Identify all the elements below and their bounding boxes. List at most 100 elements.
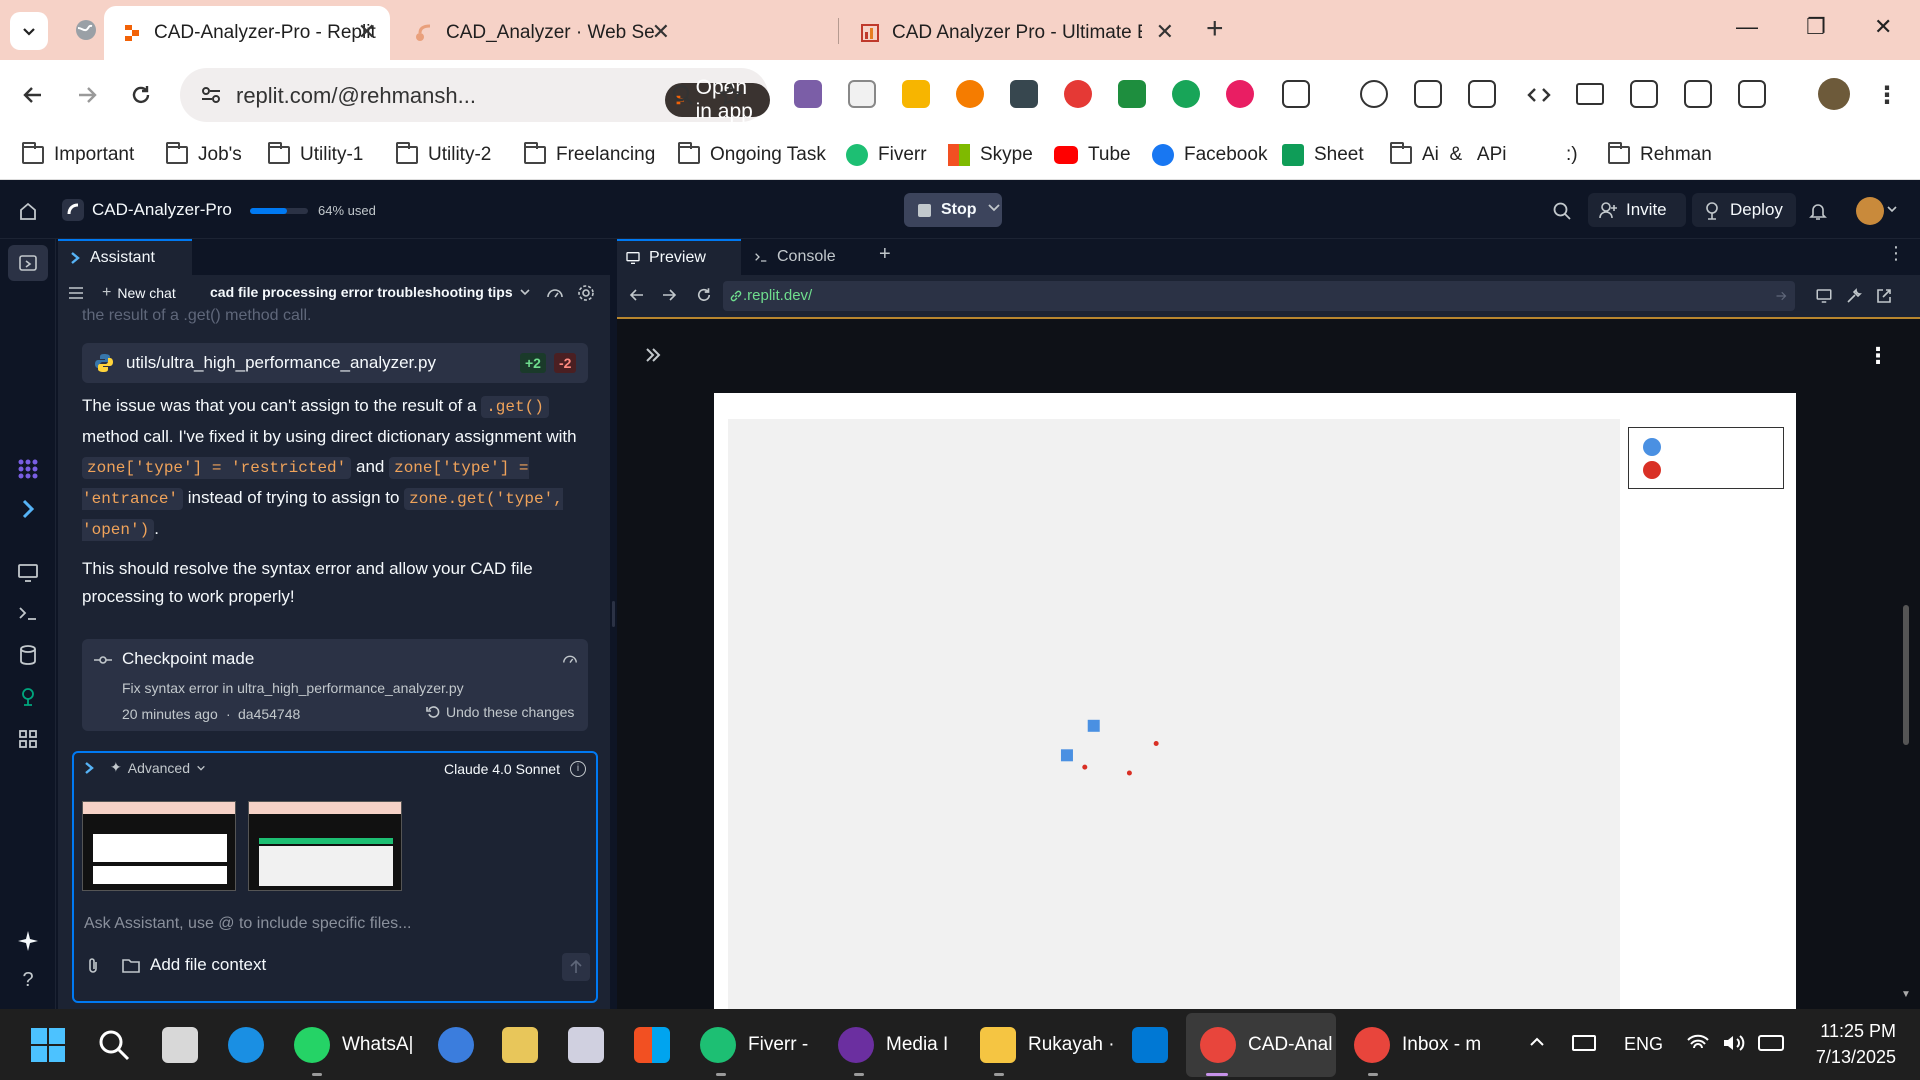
extension-gallery-icon[interactable]	[848, 80, 876, 108]
tray-overflow-button[interactable]	[1528, 1033, 1546, 1051]
attached-screenshot[interactable]	[248, 801, 402, 891]
preview-back-button[interactable]	[629, 287, 645, 303]
invite-button[interactable]: Invite	[1588, 193, 1686, 227]
preview-reload-button[interactable]	[695, 286, 713, 304]
deploy-button[interactable]: Deploy	[1692, 193, 1796, 227]
attached-screenshot[interactable]	[82, 801, 236, 891]
close-tab-icon[interactable]: ✕	[652, 21, 670, 43]
scroll-down-arrow[interactable]: ▼	[1901, 989, 1911, 1000]
tab-preview[interactable]: Preview	[617, 239, 741, 275]
taskbar-chrome-cad[interactable]: CAD-Anal	[1200, 1023, 1332, 1067]
bookmark-rehman[interactable]: Rehman	[1608, 139, 1712, 171]
start-button[interactable]	[30, 1027, 66, 1063]
bookmark-jobs[interactable]: Job's	[166, 139, 242, 171]
new-pane-tab-button[interactable]: +	[879, 243, 891, 266]
expand-sidebar-button[interactable]	[643, 345, 663, 365]
bookmark-freelancing[interactable]: Freelancing	[524, 139, 655, 171]
mode-dropdown[interactable]: ✦ Advanced	[110, 759, 206, 776]
extension-notes-icon[interactable]	[902, 80, 930, 108]
rail-apps[interactable]	[16, 457, 40, 481]
edge-icon[interactable]	[228, 1027, 264, 1063]
bookmark-ai-api[interactable]: Ai & APi	[1390, 139, 1506, 171]
zoom-button[interactable]	[666, 78, 700, 112]
payment-card-icon[interactable]	[1576, 83, 1604, 105]
scatter-point-0-1[interactable]	[1060, 749, 1073, 762]
tab-console[interactable]: Console	[743, 239, 867, 275]
close-window-button[interactable]: ✕	[1874, 14, 1892, 40]
tab-search-button[interactable]	[10, 12, 48, 50]
search-button[interactable]	[1552, 201, 1572, 221]
restore-button[interactable]: ❐	[1806, 14, 1826, 40]
scrollbar-thumb[interactable]	[1903, 605, 1909, 745]
screenshot-icon[interactable]	[1414, 80, 1442, 108]
project-name[interactable]: CAD-Analyzer-Pro	[92, 200, 232, 220]
model-label[interactable]: Claude 4.0 Sonnet	[444, 761, 560, 777]
vscode-icon[interactable]	[1132, 1027, 1168, 1063]
device-preview-button[interactable]	[1815, 287, 1833, 305]
bookmark-fiverr[interactable]: Fiverr	[846, 139, 927, 171]
extension-box-icon[interactable]	[1010, 80, 1038, 108]
performance-button[interactable]	[546, 284, 564, 302]
splitter-handle[interactable]	[612, 601, 615, 627]
keyboard-icon[interactable]	[1572, 1035, 1596, 1051]
send-button[interactable]	[562, 953, 590, 981]
forward-button[interactable]	[70, 78, 104, 112]
notepad-icon[interactable]	[502, 1027, 538, 1063]
home-button[interactable]	[18, 201, 38, 221]
chat-settings-button[interactable]	[576, 283, 596, 303]
chat-history-button[interactable]	[68, 285, 84, 301]
scatter-point-0-0[interactable]	[1087, 719, 1100, 732]
bookmark-tube[interactable]: Tube	[1054, 139, 1131, 171]
device-mode-icon[interactable]	[1468, 80, 1496, 108]
extension-ublock-icon[interactable]	[1226, 80, 1254, 108]
attach-button[interactable]	[84, 957, 102, 975]
browser-menu-button[interactable]: ⋮	[1870, 78, 1904, 112]
back-button[interactable]	[16, 78, 50, 112]
run-options-button[interactable]	[986, 199, 1002, 215]
reload-button[interactable]	[124, 78, 158, 112]
file-change-card[interactable]: utils/ultra_high_performance_analyzer.py…	[82, 343, 588, 383]
rail-all-tools[interactable]	[16, 727, 40, 751]
pinned-tab[interactable]	[74, 18, 98, 42]
microsoft-store-icon[interactable]	[634, 1027, 670, 1063]
new-tab-button[interactable]: +	[1206, 14, 1224, 44]
bookmark-ongoing-task[interactable]: Ongoing Task	[678, 139, 826, 171]
preview-url-field[interactable]: .replit.dev/	[723, 281, 1795, 311]
language-indicator[interactable]: ENG	[1624, 1034, 1663, 1055]
rail-database[interactable]	[16, 643, 40, 667]
notifications-button[interactable]	[1808, 201, 1828, 221]
volume-icon[interactable]	[1722, 1033, 1746, 1053]
side-panel-icon[interactable]	[1738, 80, 1766, 108]
devtools-button[interactable]	[1522, 78, 1556, 112]
scatter-plot[interactable]	[728, 419, 1620, 1009]
extension-rocket-icon[interactable]	[956, 80, 984, 108]
rail-preview[interactable]	[16, 561, 40, 585]
tab-replit[interactable]: CAD-Analyzer-Pro - Replit ✕	[104, 6, 390, 60]
tab-assistant[interactable]: Assistant	[58, 239, 192, 275]
preview-scrollbar[interactable]: ▼	[1899, 319, 1913, 1009]
reading-list-icon[interactable]	[1630, 80, 1658, 108]
bookmark-important[interactable]: Important	[22, 139, 134, 171]
scatter-point-1-0[interactable]	[1153, 741, 1159, 746]
bookmark-star-button[interactable]	[714, 78, 748, 112]
user-avatar[interactable]	[1856, 197, 1884, 225]
password-key-icon[interactable]	[1360, 80, 1388, 108]
prompt-input[interactable]: Ask Assistant, use @ to include specific…	[84, 915, 412, 933]
task-view-icon[interactable]	[162, 1027, 198, 1063]
bookmark-smile[interactable]: :)	[1566, 139, 1578, 171]
bookmark-utility-2[interactable]: Utility-2	[396, 139, 491, 171]
tab-cad-analyzer[interactable]: CAD Analyzer Pro - Ultimate Ed ✕	[842, 6, 1188, 60]
snipping-tool-icon[interactable]	[568, 1027, 604, 1063]
extension-pokeball-icon[interactable]	[1064, 80, 1092, 108]
taskbar-chrome-inbox[interactable]: Inbox - m	[1354, 1023, 1481, 1067]
scatter-point-1-2[interactable]	[1082, 764, 1088, 770]
bookmark-skype[interactable]: Skype	[948, 139, 1033, 171]
new-chat-button[interactable]: + New chat	[102, 284, 176, 302]
extension-download-icon[interactable]	[1118, 80, 1146, 108]
reader-mode-icon[interactable]	[1684, 80, 1712, 108]
clock-time[interactable]: 11:25 PM	[1814, 1021, 1896, 1042]
extension-sync-icon[interactable]	[1172, 80, 1200, 108]
add-file-context-button[interactable]: Add file context	[122, 955, 266, 975]
bookmark-sheet[interactable]: Sheet	[1282, 139, 1364, 171]
rail-agent[interactable]	[16, 497, 40, 521]
